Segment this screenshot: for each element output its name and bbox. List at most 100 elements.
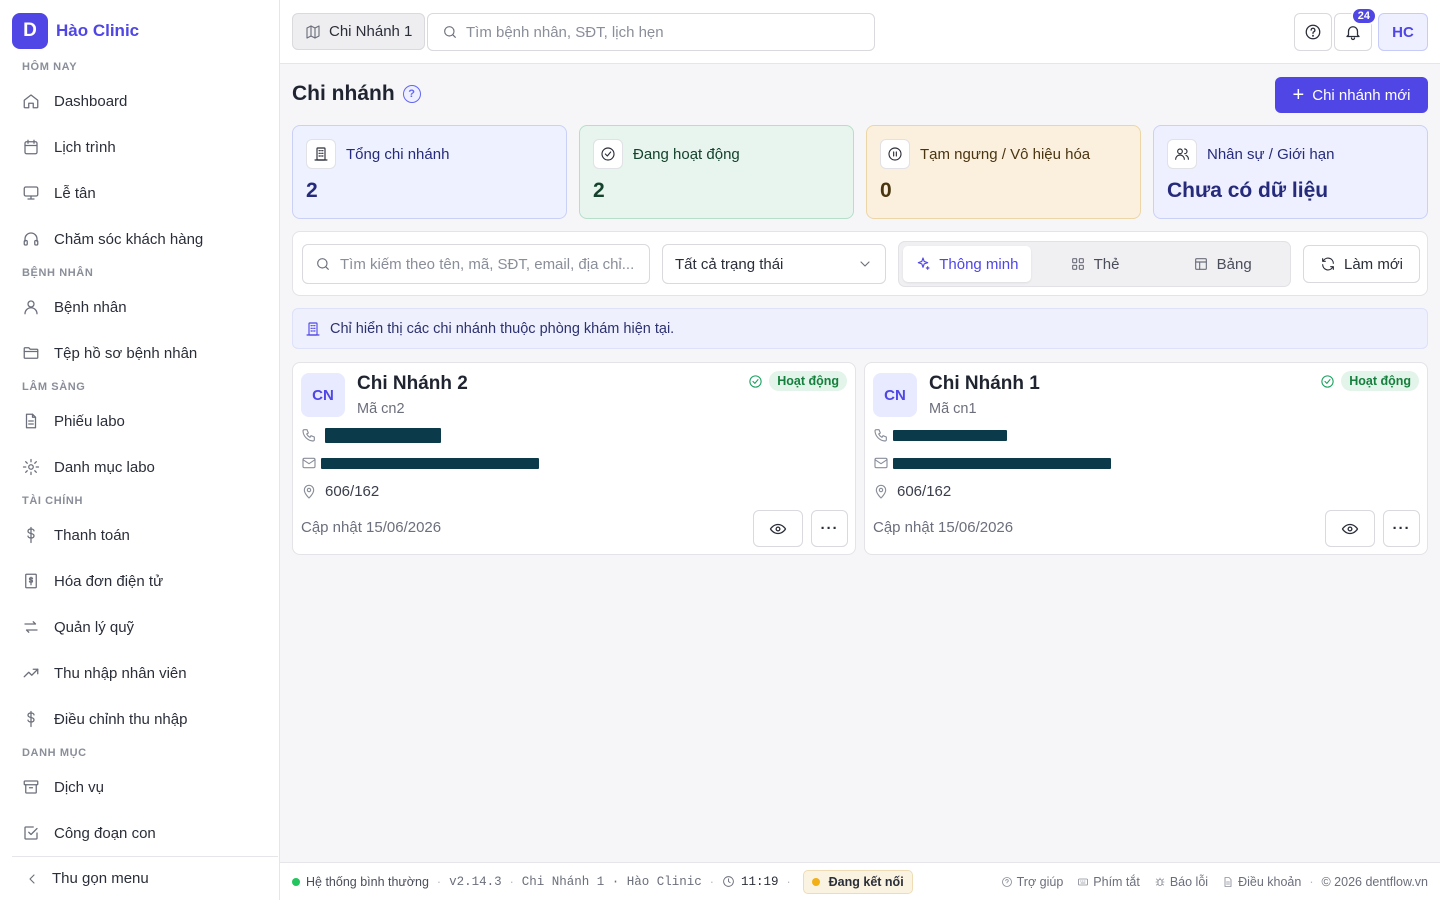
mail-icon — [302, 457, 316, 469]
phone-icon — [302, 429, 315, 442]
sidebar-item-dieu-chinh-thu-nhap[interactable]: Điều chỉnh thu nhập — [12, 696, 268, 742]
sidebar-item-label: Hóa đơn điện tử — [54, 572, 164, 590]
view-branch-button[interactable] — [1325, 510, 1375, 547]
mail-icon — [874, 457, 888, 469]
table-icon — [1194, 258, 1207, 270]
tab-label: Thẻ — [1093, 255, 1120, 273]
calendar-icon — [24, 139, 38, 155]
stat-value: 0 — [880, 179, 892, 202]
sidebar-item-thu-nhap-nhan-vien[interactable]: Thu nhập nhân viên — [12, 650, 268, 696]
sidebar-item-cham-soc-khach-hang[interactable]: Chăm sóc khách hàng — [12, 216, 268, 262]
global-search — [427, 13, 875, 51]
tab-smart-view[interactable]: Thông minh — [903, 246, 1031, 282]
branch-address-text: 606/162 — [325, 483, 380, 500]
building-icon — [314, 147, 328, 161]
stat-value: 2 — [306, 179, 318, 202]
branch-card[interactable]: CN Chi Nhánh 2 Mã cn2 Hoạt động 606/162 … — [292, 362, 856, 555]
stat-label: Tổng chi nhánh — [346, 145, 450, 163]
notifications-button[interactable]: 24 — [1334, 7, 1377, 51]
branch-phone — [873, 427, 1007, 443]
refresh-button[interactable]: Làm mới — [1303, 245, 1420, 283]
branch-address: 606/162 — [873, 483, 951, 500]
footer-link-label: Báo lỗi — [1169, 874, 1209, 889]
footer-link-shortcuts[interactable]: Phím tắt — [1077, 875, 1140, 889]
more-actions-button[interactable]: ··· — [811, 510, 848, 547]
sidebar-item-label: Quản lý quỹ — [54, 618, 135, 636]
sidebar-item-le-tan[interactable]: Lễ tân — [12, 170, 268, 216]
user-avatar-button[interactable]: HC — [1378, 13, 1428, 51]
sidebar-item-thanh-toan[interactable]: Thanh toán — [12, 512, 268, 558]
map-pin-icon — [303, 484, 315, 499]
collapse-menu-button[interactable]: Thu gọn menu — [12, 856, 278, 900]
stat-active-branches: Đang hoạt động 2 — [579, 125, 854, 219]
system-status-dot — [292, 877, 300, 886]
sidebar-item-label: Bệnh nhân — [54, 298, 127, 316]
new-branch-button[interactable]: + Chi nhánh mới — [1275, 77, 1428, 113]
page-title-row: Chi nhánh ? — [292, 82, 421, 106]
refresh-label: Làm mới — [1343, 255, 1403, 273]
copyright: © 2026 dentflow.vn — [1321, 874, 1428, 889]
sidebar-item-phieu-labo[interactable]: Phiếu labo — [12, 398, 268, 444]
branch-search-input[interactable] — [340, 255, 640, 273]
redacted-email — [893, 457, 1111, 469]
filter-bar: Tất cả trạng thái Thông minh Thẻ Bảng Là… — [292, 231, 1428, 296]
topbar: Chi Nhánh 1 24 HC — [280, 0, 1440, 64]
footer-link-terms[interactable]: Điều khoản — [1222, 875, 1301, 889]
sidebar-section-title: DANH MỤC — [22, 747, 87, 759]
branch-switcher-button[interactable]: Chi Nhánh 1 — [292, 13, 426, 50]
sidebar-item-tep-ho-so-benh-nhan[interactable]: Tệp hồ sơ bệnh nhân — [12, 330, 268, 376]
branch-email — [301, 455, 539, 471]
footer-link-help[interactable]: Trợ giúp — [1001, 874, 1064, 889]
stat-label: Đang hoạt động — [633, 145, 740, 163]
sidebar-item-dich-vu[interactable]: Dịch vụ — [12, 764, 268, 810]
sidebar-item-hoa-don-dien-tu[interactable]: Hóa đơn điện tử — [12, 558, 268, 604]
connection-text: Đang kết nối — [828, 874, 904, 889]
status-select[interactable]: Tất cả trạng thái — [662, 244, 886, 284]
users-icon — [1175, 148, 1189, 160]
footer-link-report-bug[interactable]: Báo lỗi — [1154, 875, 1208, 889]
grid-icon — [1071, 258, 1084, 270]
monitor-icon — [23, 186, 39, 200]
branch-code: Mã cn2 — [357, 401, 405, 417]
branch-updated: Cập nhật 15/06/2026 — [873, 519, 1014, 536]
more-actions-button[interactable]: ··· — [1383, 510, 1420, 547]
pause-circle-icon — [888, 147, 902, 161]
branch-phone — [301, 427, 441, 443]
chevron-down-icon — [860, 261, 870, 267]
sidebar-item-cong-doan-con[interactable]: Công đoạn con — [12, 810, 268, 844]
sidebar-item-benh-nhan[interactable]: Bệnh nhân — [12, 284, 268, 330]
help-button[interactable] — [1294, 13, 1332, 51]
search-icon — [317, 258, 329, 270]
sidebar-item-quan-ly-quy[interactable]: Quản lý quỹ — [12, 604, 268, 650]
page-help-icon[interactable]: ? — [402, 85, 421, 103]
footer-link-label: Phím tắt — [1093, 874, 1140, 889]
branch-email — [873, 455, 1111, 471]
sidebar-item-label: Lễ tân — [54, 184, 96, 202]
stat-value: Chưa có dữ liệu — [1167, 179, 1329, 202]
sidebar-section-title: TÀI CHÍNH — [22, 495, 84, 507]
tab-table-view[interactable]: Bảng — [1158, 246, 1286, 282]
branch-avatar: CN — [301, 373, 345, 417]
sidebar-item-lich-trinh[interactable]: Lịch trình — [12, 124, 268, 170]
trending-up-icon — [23, 668, 39, 678]
page-title: Chi nhánh — [292, 82, 395, 105]
redacted-email — [321, 457, 539, 469]
plus-icon: + — [1292, 84, 1305, 106]
collapse-menu-label: Thu gọn menu — [52, 870, 149, 887]
global-search-input[interactable] — [466, 23, 866, 41]
footer-link-label: Trợ giúp — [1016, 874, 1064, 889]
view-branch-button[interactable] — [753, 510, 803, 547]
tab-card-view[interactable]: Thẻ — [1031, 246, 1159, 282]
clock-icon — [723, 876, 734, 887]
branch-card[interactable]: CN Chi Nhánh 1 Mã cn1 Hoạt động 606/162 … — [864, 362, 1428, 555]
sidebar-item-dashboard[interactable]: Dashboard — [12, 78, 268, 124]
brand[interactable]: D Hào Clinic — [12, 13, 139, 49]
info-banner-text: Chỉ hiển thị các chi nhánh thuộc phòng k… — [330, 320, 675, 337]
branch-address-text: 606/162 — [897, 483, 952, 500]
branch-name: Chi Nhánh 2 — [357, 373, 468, 394]
branch-status: Hoạt động — [748, 371, 847, 391]
sidebar-item-danh-muc-labo[interactable]: Danh mục labo — [12, 444, 268, 490]
file-icon — [25, 413, 37, 429]
footer-time: 11:19 — [740, 874, 779, 889]
status-badge: Hoạt động — [1341, 371, 1419, 391]
